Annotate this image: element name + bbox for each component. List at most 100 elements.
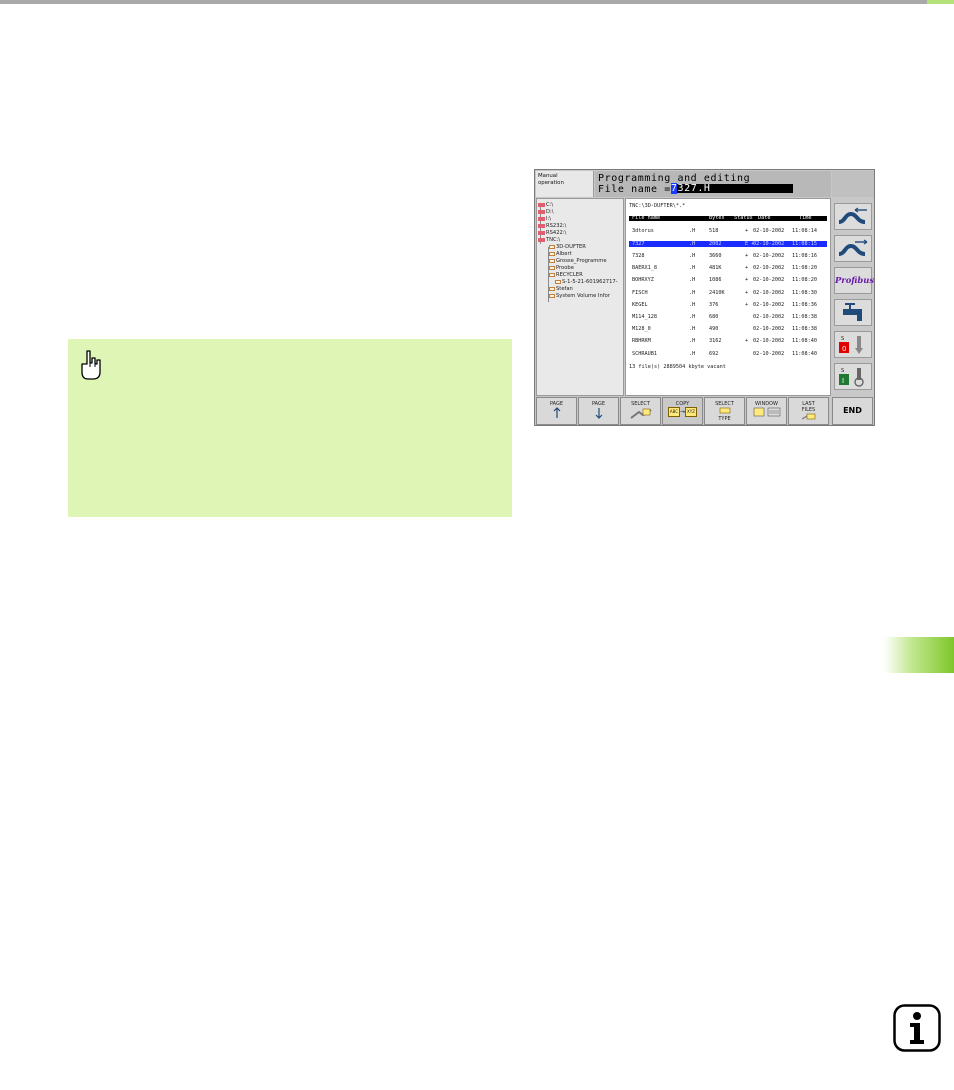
file-time-cell: 11:08:38: [792, 314, 817, 320]
tree-item[interactable]: S-1-5-21-601962717-: [555, 279, 618, 286]
file-row[interactable]: M114_128 .H 680 02-10-2002 11:08:38: [629, 314, 827, 320]
file-bytes-cell: 692: [709, 351, 719, 357]
file-date-cell: 02-10-2002: [753, 241, 785, 247]
drive-icon: [538, 209, 545, 214]
folder-icon: [549, 286, 555, 291]
tree-item[interactable]: C:\: [538, 202, 553, 209]
page-down-softkey[interactable]: PAGE: [578, 397, 619, 425]
drive-icon: [538, 216, 545, 221]
tree-item[interactable]: Albert: [549, 251, 572, 258]
file-row[interactable]: 7328 .H 3660 +02-10-2002 11:08:16: [629, 253, 827, 259]
file-status-cell: +: [745, 302, 749, 308]
column-status[interactable]: Status: [734, 215, 753, 221]
drive-icon: [538, 202, 545, 207]
file-ext-cell: .H: [689, 302, 696, 308]
profibus-button[interactable]: Profibus: [834, 267, 874, 294]
tree-label: RECYCLER: [556, 272, 583, 278]
window-softkey[interactable]: WINDOW: [746, 397, 787, 425]
file-list[interactable]: TNC:\3D-DUFTER\*.* File name Bytes Statu…: [625, 198, 831, 396]
file-ext-cell: .H: [689, 253, 696, 259]
tree-item[interactable]: RECYCLER: [549, 272, 583, 279]
last-files-softkey[interactable]: LAST FILES: [788, 397, 829, 425]
tree-label: Grosse_Programme: [556, 258, 607, 264]
file-row[interactable]: RBHRKM .H 3162 +02-10-2002 11:08:40: [629, 338, 827, 344]
file-row[interactable]: 3dtorus .H 518 +02-10-2002 11:08:14: [629, 228, 827, 234]
tree-item[interactable]: 3D-DUFTER: [549, 244, 586, 251]
tree-item[interactable]: Grosse_Programme: [549, 258, 607, 265]
file-time-cell: 11:08:20: [792, 277, 817, 283]
tree-item[interactable]: RS422:\: [538, 230, 566, 237]
spindle-off-icon: S 0: [839, 336, 863, 354]
tree-label: Proobe: [556, 265, 574, 271]
folder-icon: [549, 272, 555, 277]
sidekey-select-left[interactable]: [834, 203, 872, 230]
copy-softkey[interactable]: COPY ABC → XYZ: [662, 397, 703, 425]
folder-icon: [549, 258, 555, 263]
tree-label: I:\: [546, 216, 552, 222]
tree-item[interactable]: System Volume Infor: [549, 293, 610, 300]
drive-icon: [538, 223, 545, 228]
select-type-softkey[interactable]: SELECT TYPE: [704, 397, 745, 425]
directory-tree[interactable]: C:\ D:\ I:\ RS232:\ RS422:\ TNC:\ 3D-DUF…: [536, 198, 624, 396]
select-softkey[interactable]: SELECT: [620, 397, 661, 425]
header-rule: [0, 0, 927, 4]
mode-line-2: operation: [538, 179, 564, 186]
file-ext-cell: .H: [689, 265, 696, 271]
file-bytes-cell: 3162: [709, 338, 722, 344]
spindle-on-label: I: [842, 377, 844, 385]
file-status-cell: +: [745, 265, 749, 271]
tree-item[interactable]: Stefan: [549, 286, 573, 293]
tree-item[interactable]: RS232:\: [538, 223, 566, 230]
sidekey-spindle-on[interactable]: S I: [834, 363, 872, 390]
file-bytes-cell: 680: [709, 314, 719, 320]
spindle-on-icon: S I: [839, 368, 864, 387]
file-bytes-cell: 2002: [709, 241, 722, 247]
column-time[interactable]: Time: [799, 215, 812, 221]
file-row[interactable]: BAERX1_8 .H 481K +02-10-2002 11:08:20: [629, 265, 827, 271]
tree-item[interactable]: Proobe: [549, 265, 574, 272]
file-row-selected[interactable]: 7327 .H 2002 E +02-10-2002 11:08:15: [629, 241, 827, 247]
sidekey-coolant[interactable]: [834, 299, 872, 326]
column-bytes[interactable]: Bytes: [709, 215, 725, 221]
file-date-cell: 02-10-2002: [753, 253, 785, 259]
svg-text:S: S: [841, 368, 844, 374]
file-status-cell: +: [745, 290, 749, 296]
tree-label: RS422:\: [546, 230, 567, 236]
sidekey-spindle-off[interactable]: S 0: [834, 331, 872, 358]
file-bytes-cell: 2410K: [709, 290, 725, 296]
tree-item[interactable]: I:\: [538, 216, 551, 223]
folder-icon: [549, 244, 555, 249]
header-spare: [832, 171, 874, 197]
file-status-cell: +: [745, 277, 749, 283]
file-status-cell: +: [745, 338, 749, 344]
softkey-row: PAGE PAGE SELECT COPY ABC → XYZ SELECT TYP…: [536, 397, 874, 425]
end-softkey[interactable]: END: [832, 397, 873, 425]
file-name-input[interactable]: 7327.H: [670, 183, 793, 194]
file-row[interactable]: SCHRAUB1 .H 692 02-10-2002 11:08:40: [629, 351, 827, 357]
tree-item[interactable]: D:\: [538, 209, 554, 216]
last-files-icon: [801, 413, 815, 420]
select-hand-icon: [629, 408, 652, 419]
sidekey-select-right[interactable]: [834, 235, 872, 262]
page-up-softkey[interactable]: PAGE: [536, 397, 577, 425]
file-date-cell: 02-10-2002: [753, 326, 785, 332]
heading: Programming and editing: [598, 173, 751, 184]
file-bytes-cell: 518: [709, 228, 719, 234]
note-box: [68, 339, 512, 517]
column-date[interactable]: Date: [758, 215, 771, 221]
file-row[interactable]: BOHRXYZ .H 1086 +02-10-2002 11:08:20: [629, 277, 827, 283]
tree-item[interactable]: TNC:\: [538, 237, 560, 244]
folder-icon: [555, 279, 561, 284]
file-row[interactable]: FISCH .H 2410K +02-10-2002 11:08:30: [629, 290, 827, 296]
file-time-cell: 11:08:15: [792, 241, 817, 247]
file-row[interactable]: M128_0 .H 490 02-10-2002 11:08:38: [629, 326, 827, 332]
file-row[interactable]: KEGEL .H 376 +02-10-2002 11:08:36: [629, 302, 827, 308]
wave-arrow-right-icon: [838, 239, 868, 256]
column-file-name[interactable]: File name: [632, 215, 660, 221]
hand-pointing-icon: [81, 350, 101, 380]
file-time-cell: 11:08:38: [792, 326, 817, 332]
file-bytes-cell: 3660: [709, 253, 722, 259]
file-bytes-cell: 481K: [709, 265, 722, 271]
file-name-value: 327.H: [677, 183, 711, 194]
arrow-up-icon: [553, 407, 560, 418]
